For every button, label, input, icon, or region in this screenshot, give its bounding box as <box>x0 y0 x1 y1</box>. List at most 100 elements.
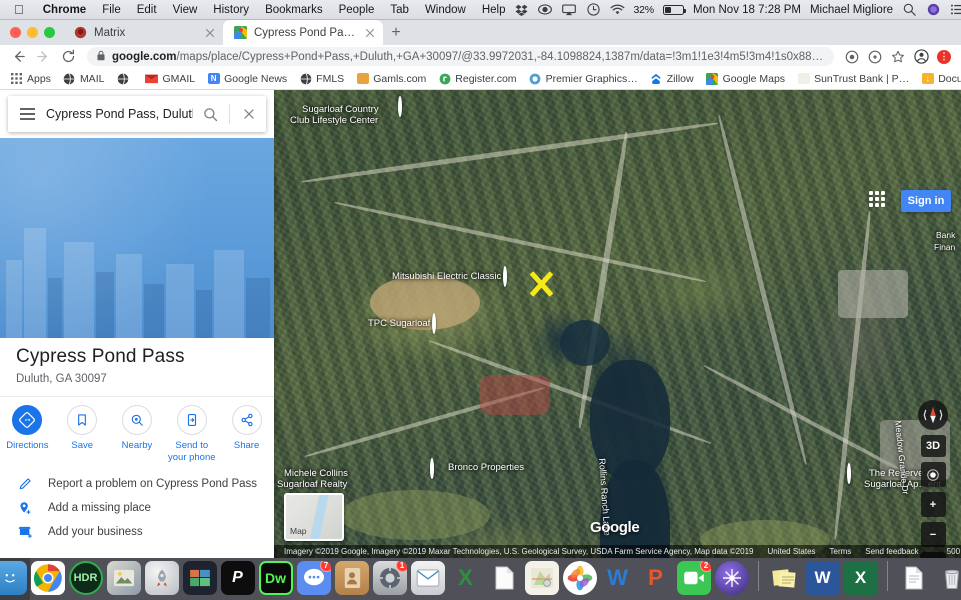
bookmark-gmail[interactable]: GMAIL <box>139 69 201 89</box>
link-add-missing-place[interactable]: Add a missing place <box>0 496 274 520</box>
bookmark-zillow[interactable]: Zillow <box>644 69 700 89</box>
dock-item-launchpad[interactable] <box>144 561 179 595</box>
notification-center-icon[interactable] <box>950 3 961 17</box>
bookmark-mail[interactable]: MAIL <box>57 69 111 89</box>
menu-edit[interactable]: Edit <box>129 4 165 16</box>
address-bar[interactable]: google.com/maps/place/Cypress+Pond+Pass,… <box>87 47 834 66</box>
siri-icon[interactable] <box>926 3 941 17</box>
search-input[interactable]: Cypress Pond Pass, Duluth, GA <box>46 107 193 121</box>
media-control-icon[interactable] <box>841 46 863 68</box>
dock-item-excel-green[interactable]: X <box>449 561 483 595</box>
dock-item-maps[interactable] <box>524 561 559 595</box>
google-maps-viewport[interactable]: Sugarloaf Country Club Lifestyle Center … <box>0 90 961 558</box>
battery-icon[interactable] <box>662 4 686 15</box>
dock-item-dreamweaver[interactable]: Dw <box>258 561 293 595</box>
poi-marker[interactable] <box>503 266 507 287</box>
menu-chrome[interactable]: Chrome <box>35 4 94 16</box>
menu-bookmarks[interactable]: Bookmarks <box>257 4 331 16</box>
back-button[interactable] <box>6 46 30 68</box>
action-save[interactable]: Save <box>56 405 108 462</box>
bookmark-fmls[interactable]: FMLS <box>293 69 350 89</box>
bookmark-register[interactable]: Register.com <box>432 69 522 89</box>
wifi-icon[interactable] <box>610 3 625 17</box>
dock-item-documents-stack[interactable] <box>897 561 931 595</box>
menu-hamburger-icon[interactable] <box>8 96 46 132</box>
bookmark-docusign[interactable]: ↓ DocuSign <box>915 69 961 89</box>
forward-button[interactable] <box>31 46 55 68</box>
close-icon[interactable] <box>363 26 377 40</box>
zoom-in-button[interactable]: + <box>920 492 946 517</box>
dock-item-microsoft-excel[interactable]: X <box>843 561 878 595</box>
airplay-icon[interactable] <box>562 3 577 17</box>
menubar-username[interactable]: Michael Migliore <box>810 4 893 16</box>
apple-menu-icon[interactable]:  <box>0 3 35 16</box>
zoom-out-button[interactable]: − <box>920 522 946 547</box>
action-share[interactable]: Share <box>221 405 273 462</box>
dock-item-mail[interactable] <box>410 561 445 595</box>
bookmark-google-news[interactable]: N Google News <box>201 69 293 89</box>
minimize-window-button[interactable] <box>27 27 38 38</box>
google-apps-grid-icon[interactable] <box>869 191 889 211</box>
dock-item-siri[interactable] <box>714 561 749 595</box>
link-add-your-business[interactable]: Add your business <box>0 520 274 544</box>
terms-link[interactable]: Terms <box>830 547 852 556</box>
chrome-menu-button[interactable]: ⋮ <box>933 46 955 68</box>
action-directions[interactable]: Directions <box>1 405 53 462</box>
poi-marker[interactable] <box>430 458 434 479</box>
tilt-3d-button[interactable]: 3D <box>920 435 946 457</box>
bookmark-premier-graphics[interactable]: Premier Graphics… <box>523 69 644 89</box>
dock-item-contacts[interactable] <box>334 561 369 595</box>
dock-item-microsoft-word[interactable]: W <box>805 561 840 595</box>
dock-item-stickies[interactable] <box>768 561 802 595</box>
action-send-to-phone[interactable]: Send to your phone <box>166 405 218 463</box>
menu-window[interactable]: Window <box>417 4 474 16</box>
dock-item-system-preferences[interactable]: 1 <box>372 561 407 595</box>
bookmark-apps[interactable]: Apps <box>4 69 57 89</box>
dock-item-pages[interactable] <box>487 561 521 595</box>
my-location-icon[interactable] <box>920 462 946 487</box>
bookmark-gamls[interactable]: Gamls.com <box>350 69 432 89</box>
dock-item-paint-app[interactable]: P <box>220 561 255 595</box>
menu-view[interactable]: View <box>165 4 206 16</box>
close-icon[interactable] <box>203 26 217 40</box>
maps-search-box[interactable]: Cypress Pond Pass, Duluth, GA <box>8 96 266 132</box>
menu-people[interactable]: People <box>331 4 383 16</box>
menu-history[interactable]: History <box>205 4 257 16</box>
menu-help[interactable]: Help <box>474 4 514 16</box>
dock-item-finder[interactable] <box>0 561 27 595</box>
dock-item-chrome[interactable] <box>30 561 65 595</box>
maximize-window-button[interactable] <box>44 27 55 38</box>
menu-file[interactable]: File <box>94 4 129 16</box>
new-tab-button[interactable]: + <box>383 20 409 45</box>
sign-in-button[interactable]: Sign in <box>901 190 951 212</box>
reload-button[interactable] <box>56 46 80 68</box>
extension-target-icon[interactable] <box>864 46 886 68</box>
dock-item-messages[interactable]: 7 <box>296 561 331 595</box>
poi-marker[interactable] <box>398 96 402 117</box>
poi-marker[interactable] <box>432 313 436 334</box>
profile-avatar-icon[interactable] <box>910 46 932 68</box>
close-window-button[interactable] <box>10 27 21 38</box>
place-hero-image[interactable] <box>0 138 274 338</box>
bookmark-suntrust[interactable]: SunTrust Bank | P… <box>791 69 915 89</box>
action-nearby[interactable]: Nearby <box>111 405 163 462</box>
region-label[interactable]: United States <box>767 547 815 556</box>
dock-item-word-blue[interactable]: W <box>601 561 635 595</box>
search-icon[interactable] <box>193 96 227 132</box>
minimap-toggle[interactable]: Map <box>284 493 344 541</box>
menubar-clock[interactable]: Mon Nov 18 7:28 PM <box>693 4 801 16</box>
dock-item-keynote[interactable] <box>182 561 217 595</box>
send-feedback-link[interactable]: Send feedback <box>865 547 918 556</box>
dock-item-facetime[interactable]: 2 <box>676 561 711 595</box>
bookmark-unnamed[interactable] <box>110 69 139 89</box>
dock-item-powerpoint[interactable]: P <box>639 561 673 595</box>
time-machine-icon[interactable] <box>586 3 601 17</box>
spotlight-search-icon[interactable] <box>902 3 917 17</box>
bookmark-star-icon[interactable] <box>887 46 909 68</box>
tab-cypress-pond-pass[interactable]: Cypress Pond Pass - Google M <box>223 20 383 45</box>
dropbox-icon[interactable] <box>514 3 529 17</box>
menu-tab[interactable]: Tab <box>382 4 417 16</box>
bookmark-google-maps[interactable]: Google Maps <box>700 69 791 89</box>
link-report-problem[interactable]: Report a problem on Cypress Pond Pass <box>0 472 274 496</box>
dock-item-photos[interactable] <box>562 561 597 595</box>
